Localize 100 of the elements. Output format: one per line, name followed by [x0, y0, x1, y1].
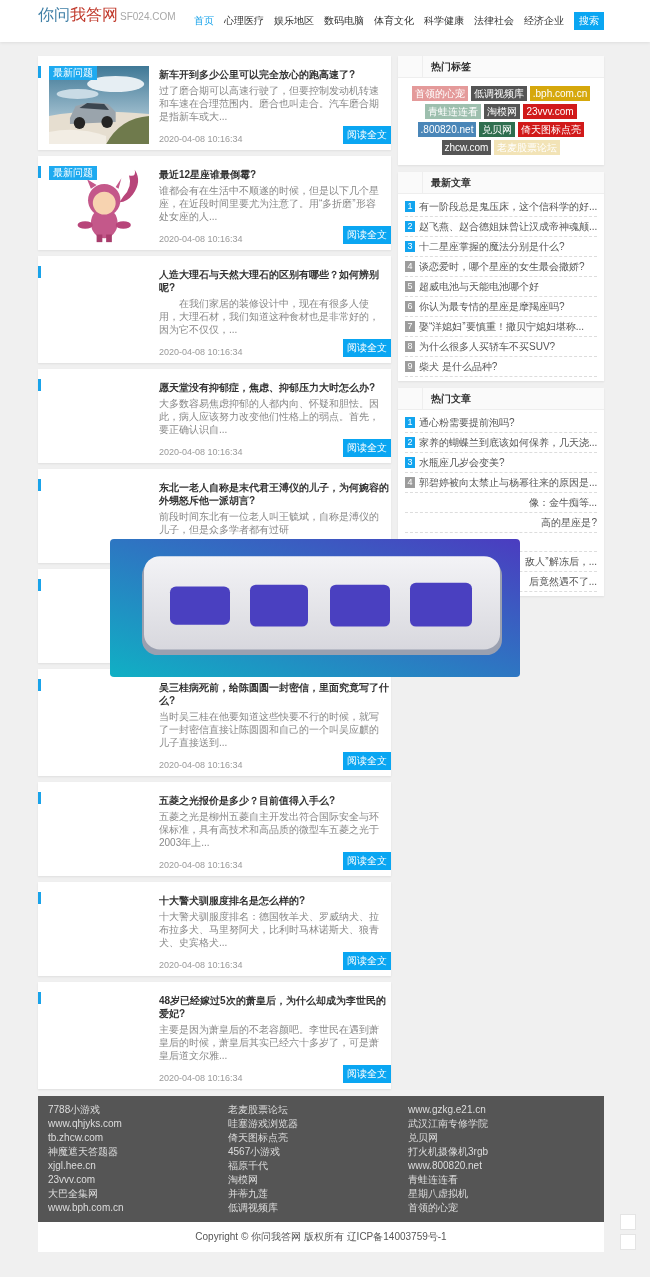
article-title[interactable]: 人造大理石与天然大理石的区别有哪些？如何辨别呢?	[159, 268, 391, 294]
article-title[interactable]: 吴三桂病死前，给陈圆圆一封密信，里面究竟写了什么?	[159, 681, 391, 707]
article-date: 2020-04-08 10:16:34	[159, 960, 243, 970]
nav-link[interactable]: 经济企业	[524, 14, 564, 28]
footer-link[interactable]: 首领的心宠	[408, 1201, 594, 1215]
article-title[interactable]: 愿天堂没有抑郁症，焦虑、抑郁压力大时怎么办?	[159, 381, 391, 394]
footer-link[interactable]: 老麦股票论坛	[228, 1103, 408, 1117]
article-date: 2020-04-08 10:16:34	[159, 134, 243, 144]
article-link[interactable]: 娶“洋媳妇”要慎重！撒贝宁媳妇堪称...	[419, 320, 584, 333]
nav-link[interactable]: 体育文化	[374, 14, 414, 28]
article-link[interactable]: 敌人”解冻后，...	[525, 555, 597, 568]
article-date: 2020-04-08 10:16:34	[159, 347, 243, 357]
article-date: 2020-04-08 10:16:34	[159, 860, 243, 870]
panel-title: 最新文章	[430, 176, 471, 190]
article-link[interactable]: 十二星座掌握的魔法分别是什么?	[419, 240, 565, 253]
tag-link[interactable]: 兑贝网	[479, 122, 516, 137]
panel-title: 热门文章	[430, 392, 471, 406]
rank-number: 4	[405, 261, 415, 272]
article-summary: 主要是因为萧皇后的不老容颜吧。李世民在遇到萧皇后的时候，萧皇后其实已经六十多岁了，可是萧皇后道文尔雅...	[159, 1023, 380, 1062]
article-date: 2020-04-08 10:16:34	[159, 447, 243, 457]
footer-link[interactable]: 青蛙连连看	[408, 1173, 594, 1187]
rank-number: 1	[405, 417, 415, 428]
article-title[interactable]: 十大警犬驯服度排名是怎么样的?	[159, 894, 391, 907]
site-logo[interactable]: 你问我答网 SF024.COM	[38, 5, 176, 26]
article-date: 2020-04-08 10:16:34	[159, 760, 243, 770]
footer-link[interactable]: 23vvv.com	[48, 1173, 228, 1187]
nav-link[interactable]: 科学健康	[424, 14, 464, 28]
nav-link[interactable]: 法律社会	[474, 14, 514, 28]
footer-link[interactable]: www.bph.com.cn	[48, 1201, 228, 1215]
article-summary: 过了磨合期可以高速行驶了，但要控制发动机转速和车速在合理范围内。磨合也叫走合。汽车磨合期是指新车或大...	[159, 84, 380, 123]
rank-number: 5	[405, 281, 415, 292]
nav-link[interactable]: 心理医疗	[224, 14, 264, 28]
article-summary: 大多数容易焦虑抑郁的人都内向、怀疑和胆怯。因此，病人应该努力改变他们性格上的弱点。首先，要正确认识自...	[159, 397, 380, 436]
footer-link[interactable]: 低调视频库	[228, 1201, 408, 1215]
rank-number: 6	[405, 301, 415, 312]
article-link[interactable]: 水瓶座几岁会变美?	[419, 456, 505, 469]
rank-number: 3	[405, 241, 415, 252]
article-link[interactable]: 家养的蝴蝶兰到底该如何保养，几天浇...	[419, 436, 598, 449]
footer-link[interactable]: 兑贝网	[408, 1131, 594, 1145]
tag-link[interactable]: 低调视频库	[470, 86, 527, 101]
footer-link[interactable]: xjgl.hee.cn	[48, 1159, 228, 1173]
article-link[interactable]: 像：金牛痴等...	[528, 496, 597, 509]
article-date: 2020-04-08 10:16:34	[159, 234, 243, 244]
article-link[interactable]: 超威电池与天能电池哪个好	[419, 280, 539, 293]
footer-link[interactable]: 哇塞游戏浏览器	[228, 1117, 408, 1131]
tag-link[interactable]: 23vvv.com	[523, 104, 577, 119]
article-title[interactable]: 48岁已经嫁过5次的萧皇后，为什么却成为李世民的爱妃?	[159, 994, 391, 1020]
footer-link[interactable]: www.gzkg.e21.cn	[408, 1103, 594, 1117]
footer-link[interactable]: 神魔遮天答题器	[48, 1145, 228, 1159]
footer-link[interactable]: 武汉江南专修学院	[408, 1117, 594, 1131]
article-title[interactable]: 五菱之光报价是多少？目前值得入手么?	[159, 794, 391, 807]
footer-link[interactable]: 淘模网	[228, 1173, 408, 1187]
article-summary: 前段时间东北有一位老人叫王毓斌，自称是溥仪的儿子，但是众多学者都有过研	[159, 510, 380, 536]
rank-number: 2	[405, 437, 415, 448]
article-link[interactable]: 谈恋爱时，哪个星座的女生最会撒娇?	[419, 260, 585, 273]
article-summary: 谁都会有在生活中不顺遂的时候，但是以下几个星座，在近段时间里要尤为注意了。用“多折磨”形容处女座的人...	[159, 184, 380, 223]
footer-link[interactable]: www.qhjyks.com	[48, 1117, 228, 1131]
tag-link[interactable]: zhcw.com	[441, 140, 492, 155]
tag-link[interactable]: .800820.net	[417, 122, 477, 137]
rank-number: 9	[405, 361, 415, 372]
category-badge: 最新问题	[49, 66, 97, 80]
article-date: 2020-04-08 10:16:34	[159, 1073, 243, 1083]
article-summary: 五菱之光是柳州五菱自主开发出符合国际安全与环保标准，具有高技术和高品质的微型车五菱之光于2003年上...	[159, 810, 380, 849]
footer-link[interactable]: 4567小游戏	[228, 1145, 408, 1159]
footer-link[interactable]: 并蒂九莲	[228, 1187, 408, 1201]
nav-link[interactable]: 娱乐地区	[274, 14, 314, 28]
article-link[interactable]: 通心粉需要提前泡吗?	[419, 416, 515, 429]
article-link[interactable]: 柴犬 是什么品种?	[419, 360, 498, 373]
rank-number: 7	[405, 321, 415, 332]
footer-link[interactable]: 大巴全集网	[48, 1187, 228, 1201]
rank-number: 8	[405, 341, 415, 352]
article-summary: 当时吴三桂在他要知道这些快要不行的时候，就写了一封密信直接让陈圆圆和自己的一个叫吴应麒的儿子直接送到...	[159, 710, 380, 749]
article-title[interactable]: 东北一老人自称是末代君王溥仪的儿子，为何婉容的外甥怒斥他一派胡言?	[159, 481, 391, 507]
article-summary: 在我们家居的装修设计中，现在有很多人使用，大理石材，我们知道这种食材也是非常好的，因为它不仅仅，...	[159, 297, 380, 336]
article-link[interactable]: 你认为最专情的星座是摩羯座吗?	[419, 300, 565, 313]
footer-link[interactable]: 倚天图标点亮	[228, 1131, 408, 1145]
article-title[interactable]: 最近12星座谁最倒霉?	[159, 168, 391, 181]
rank-number: 2	[405, 221, 415, 232]
footer-link[interactable]: 福原千代	[228, 1159, 408, 1173]
category-badge: 最新问题	[49, 166, 97, 180]
article-link[interactable]: 后竟然遇不了...	[528, 575, 597, 588]
footer-link[interactable]: 7788小游戏	[48, 1103, 228, 1117]
article-link[interactable]: 有一阶段总是鬼压床，这个信科学的好...	[419, 200, 598, 213]
rank-number: 1	[405, 201, 415, 212]
article-link[interactable]: 为什么很多人买轿车不买SUV?	[419, 340, 556, 353]
article-link[interactable]: 赵飞燕、赵合德姐妹曾让汉成帝神魂颠...	[419, 220, 598, 233]
nav-link[interactable]: 数码电脑	[324, 14, 364, 28]
footer-link[interactable]: www.800820.net	[408, 1159, 594, 1173]
rank-number: 4	[405, 477, 415, 488]
article-summary: 十大警犬驯服度排名：德国牧羊犬、罗威纳犬、拉布拉多犬、马里努阿犬，比利时马林诺斯犬、狼青犬、史宾格犬...	[159, 910, 380, 949]
article-link[interactable]: 郭碧婷被向太禁止与杨幂往来的原因是...	[419, 476, 598, 489]
footer-link[interactable]: 星期八虚拟机	[408, 1187, 594, 1201]
footer-link[interactable]: 打火机摄像机3rgb	[408, 1145, 594, 1159]
copyright-text: Copyright © 你问我答网 版权所有 辽ICP备14003759号-1	[38, 1222, 604, 1252]
rank-number: 3	[405, 457, 415, 468]
article-link[interactable]: 高的星座是?	[541, 516, 597, 529]
tag-link[interactable]: 淘模网	[484, 104, 521, 119]
footer-link[interactable]: tb.zhcw.com	[48, 1131, 228, 1145]
article-title[interactable]: 新车开到多少公里可以完全放心的跑高速了?	[159, 68, 391, 81]
tag-link[interactable]: 倚天图标点亮	[518, 122, 585, 137]
